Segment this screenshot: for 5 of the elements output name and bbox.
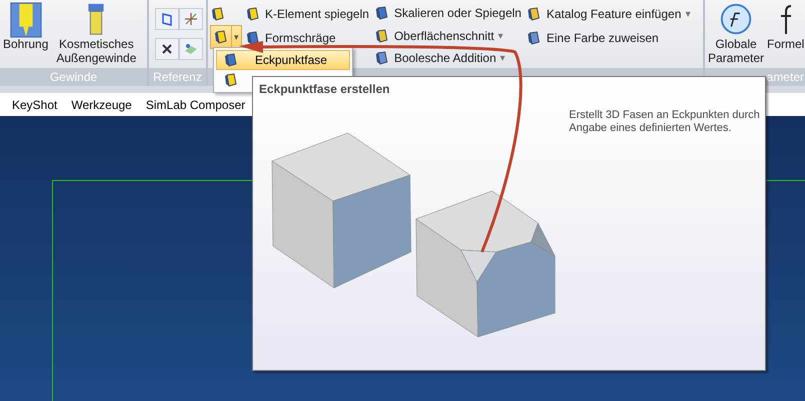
tooltip-title: Eckpunktfase erstellen xyxy=(259,82,390,96)
group-label: ameter xyxy=(766,70,804,84)
group-label: Referenz xyxy=(153,70,202,84)
group-label: Gewinde xyxy=(50,70,98,84)
tooltip-description: Erstellt 3D Fasen an Eckpunkten durch Angabe eines definierten Wertes. xyxy=(569,109,761,136)
